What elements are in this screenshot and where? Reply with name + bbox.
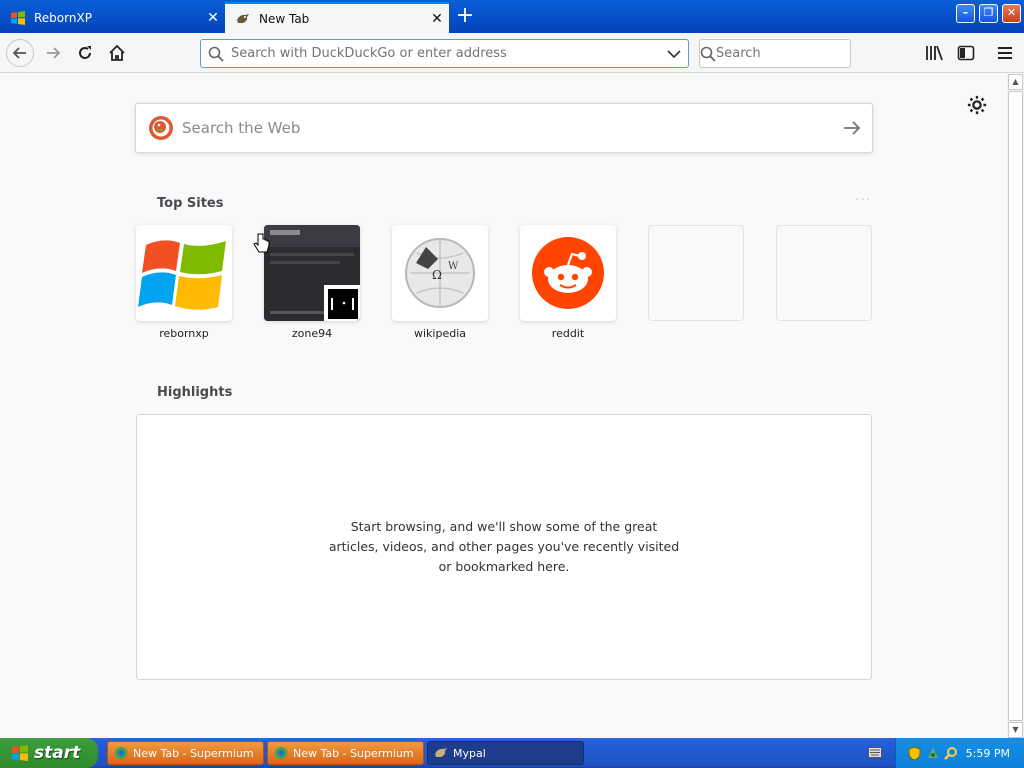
tab-title: RebornXP <box>34 10 92 25</box>
back-arrow-icon <box>12 47 26 59</box>
supermium-icon <box>115 747 127 759</box>
top-site-zone94[interactable]: zone94 <box>264 225 360 340</box>
search-icon <box>201 46 231 62</box>
keyboard-icon[interactable] <box>868 747 882 758</box>
reload-button[interactable] <box>71 39 99 67</box>
search-icon <box>700 46 716 62</box>
scroll-up-icon[interactable]: ▲ <box>1008 74 1023 90</box>
gear-icon[interactable] <box>966 94 988 116</box>
back-button[interactable] <box>6 39 34 67</box>
supermium-icon <box>275 747 287 759</box>
sidebar-button[interactable] <box>952 39 980 67</box>
svg-text:W: W <box>448 261 459 272</box>
tab-title: New Tab <box>259 11 310 26</box>
svg-text:Ω: Ω <box>432 268 442 282</box>
arrow-right-icon <box>844 121 861 135</box>
top-site-rebornxp[interactable]: rebornxp <box>136 225 232 340</box>
forward-arrow-icon <box>47 47 61 59</box>
address-bar[interactable] <box>200 39 689 68</box>
navigation-toolbar <box>0 33 1024 73</box>
taskbar-button-mypal[interactable]: Mypal <box>427 741 584 765</box>
highlights-empty-message: Start browsing, and we'll show some of t… <box>328 519 680 574</box>
new-tab-button[interactable]: + <box>452 4 478 30</box>
taskbar-button-supermium-2[interactable]: New Tab - Supermium <box>267 741 424 765</box>
tab-rebornxp[interactable]: RebornXP ✕ <box>0 2 225 33</box>
mypal-bird-icon <box>237 13 249 23</box>
top-site-wikipedia[interactable]: Ω W wikipedia <box>392 225 488 340</box>
tab-strip: RebornXP ✕ New Tab ✕ + – ❐ ✕ <box>0 0 1024 33</box>
top-site-tile <box>136 225 232 321</box>
top-site-reddit[interactable]: reddit <box>520 225 616 340</box>
top-site-tile <box>648 225 744 321</box>
top-site-label: rebornxp <box>159 327 209 340</box>
close-window-button[interactable]: ✕ <box>1002 4 1021 23</box>
zone94-screenshot <box>264 225 360 321</box>
close-tab-icon[interactable]: ✕ <box>201 10 225 26</box>
reddit-snoo-icon <box>532 237 604 309</box>
more-options-icon[interactable]: ··· <box>855 192 871 208</box>
tab-new-tab[interactable]: New Tab ✕ <box>225 2 449 33</box>
sidebar-icon <box>957 45 975 61</box>
top-sites-title: Top Sites <box>157 196 224 211</box>
top-site-tile <box>264 225 360 321</box>
taskbar-button-label: Mypal <box>453 746 486 760</box>
windows-flag-icon <box>11 10 25 25</box>
taskbar-button-label: New Tab - Supermium <box>133 746 254 760</box>
top-site-tile <box>520 225 616 321</box>
new-tab-page: Top Sites ··· rebornxp zone94 <box>0 74 1007 738</box>
minimize-button[interactable]: – <box>956 4 975 23</box>
mypal-bird-icon <box>435 748 447 757</box>
top-site-tile <box>776 225 872 321</box>
windows-logo-icon <box>138 240 226 310</box>
taskbar: start New Tab - Supermium New Tab - Supe… <box>0 738 1024 768</box>
chevron-down-icon[interactable] <box>660 49 688 59</box>
scroll-down-icon[interactable]: ▼ <box>1008 722 1023 738</box>
hamburger-menu-icon <box>998 47 1012 59</box>
close-tab-icon[interactable]: ✕ <box>425 11 449 27</box>
search-bar[interactable] <box>699 39 886 68</box>
library-button[interactable] <box>920 39 948 67</box>
top-site-label: wikipedia <box>413 327 466 340</box>
top-site-empty[interactable] <box>648 225 744 327</box>
search-tray-icon[interactable] <box>944 746 958 760</box>
home-icon <box>109 44 125 61</box>
top-site-tile: Ω W <box>392 225 488 321</box>
search-go-button[interactable] <box>832 120 872 136</box>
top-site-label: zone94 <box>291 327 333 340</box>
highlights-panel: Start browsing, and we'll show some of t… <box>136 414 872 680</box>
highlights-title: Highlights <box>157 385 233 400</box>
scrollbar-thumb[interactable] <box>1008 91 1023 721</box>
web-search-box[interactable] <box>135 103 873 153</box>
address-input[interactable] <box>231 46 660 61</box>
windows-flag-icon <box>12 745 28 761</box>
security-shield-icon[interactable] <box>908 745 921 761</box>
top-site-label: reddit <box>551 327 585 340</box>
reload-icon <box>79 46 91 59</box>
search-input[interactable] <box>716 46 886 61</box>
vertical-scrollbar[interactable]: ▲ ▼ <box>1007 74 1024 738</box>
library-icon <box>926 45 943 61</box>
network-icon[interactable] <box>926 746 940 760</box>
duckduckgo-icon <box>149 116 173 140</box>
top-site-empty[interactable] <box>776 225 872 327</box>
web-search-input[interactable] <box>182 119 832 137</box>
start-button[interactable]: start <box>0 738 98 768</box>
menu-button[interactable] <box>991 39 1019 67</box>
wikipedia-globe-icon: Ω W <box>405 238 475 308</box>
start-label: start <box>34 743 81 763</box>
home-button[interactable] <box>103 39 131 67</box>
forward-button[interactable] <box>39 39 67 67</box>
taskbar-button-supermium-1[interactable]: New Tab - Supermium <box>107 741 264 765</box>
restore-button[interactable]: ❐ <box>979 4 998 23</box>
taskbar-button-label: New Tab - Supermium <box>293 746 414 760</box>
system-tray: 5:59 PM <box>895 738 1024 768</box>
hand-cursor-icon <box>253 233 270 253</box>
clock: 5:59 PM <box>965 746 1010 760</box>
